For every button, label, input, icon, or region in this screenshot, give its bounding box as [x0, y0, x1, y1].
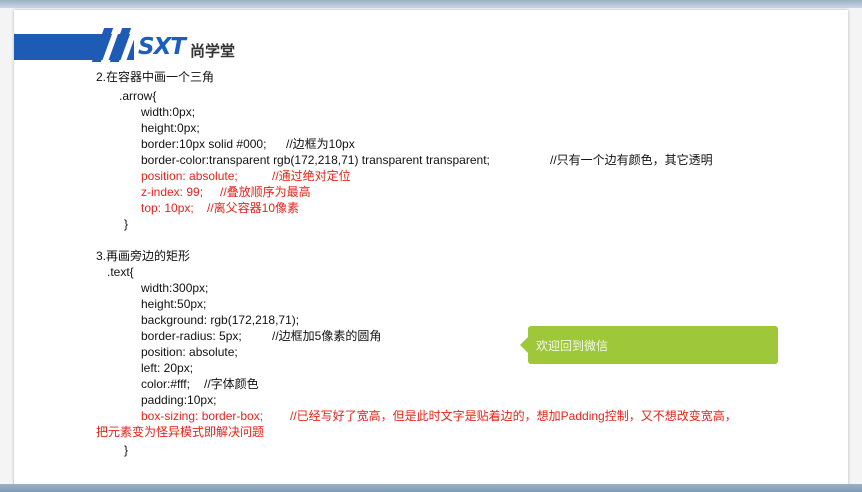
window-bottom-bar: [0, 484, 862, 492]
code-line: height:50px;: [141, 297, 207, 311]
code-comment: //已经写好了宽高，但是此时文字是贴着边的，想加Padding控制，又不想改变宽…: [290, 409, 737, 423]
code-line: color:#fff;: [141, 377, 190, 391]
code-comment: //边框加5像素的圆角: [272, 329, 382, 343]
code-line: left: 20px;: [141, 361, 194, 375]
code-line: border-radius: 5px;: [141, 329, 242, 343]
code-line: width:300px;: [141, 281, 209, 295]
code-comment: //字体颜色: [204, 377, 259, 391]
code-comment: //叠放顺序为最高: [220, 185, 311, 199]
window-top-bar: [0, 0, 862, 8]
code-line: box-sizing: border-box;: [141, 409, 264, 423]
code-brace: }: [124, 443, 129, 457]
section3-heading: 3.再画旁边的矩形: [96, 249, 191, 263]
code-line: top: 10px;: [141, 201, 194, 215]
logo-cn: 尚学堂: [190, 42, 236, 60]
code-comment: 把元素变为怪异模式即解决问题: [96, 425, 265, 439]
logo: SXT: [138, 34, 186, 60]
code-line: border-color:transparent rgb(172,218,71)…: [141, 153, 490, 167]
code-line: position: absolute;: [141, 345, 238, 359]
arrow-selector: .arrow{: [119, 89, 157, 103]
code-brace: }: [124, 217, 129, 231]
code-line: z-index: 99;: [141, 185, 204, 199]
demo-speech-bubble: 欢迎回到微信: [520, 326, 778, 364]
code-line: width:0px;: [141, 105, 196, 119]
section2-heading: 2.在容器中画一个三角: [96, 70, 215, 84]
code-comment: //只有一个边有颜色，其它透明: [550, 153, 713, 167]
text-selector: .text{: [107, 265, 134, 279]
code-line: padding:10px;: [141, 393, 217, 407]
code-comment: //离父容器10像素: [207, 201, 300, 215]
code-line: border:10px solid #000;: [141, 137, 267, 151]
slide: SXT 尚学堂 2.在容器中画一个三角 .arrow{ width:0px; h…: [14, 10, 848, 486]
bubble-text: 欢迎回到微信: [536, 339, 609, 353]
code-line: background: rgb(172,218,71);: [141, 313, 300, 327]
code-comment: //边框为10px: [286, 137, 355, 151]
code-comment: //通过绝对定位: [272, 169, 351, 183]
code-line: position: absolute;: [141, 169, 238, 183]
code-line: height:0px;: [141, 121, 200, 135]
